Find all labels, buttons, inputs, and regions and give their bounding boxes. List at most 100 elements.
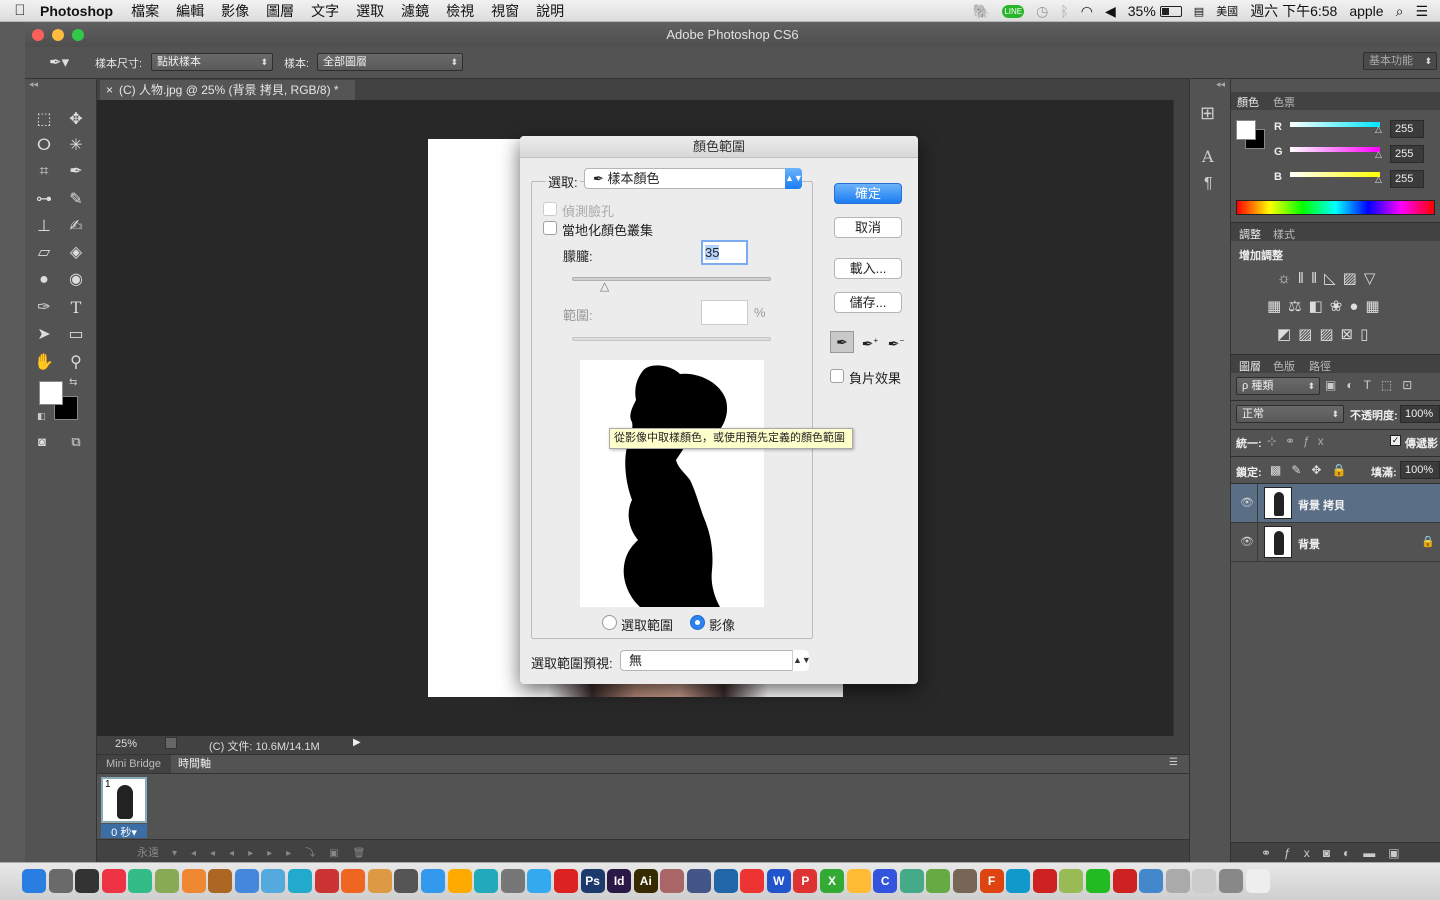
channel-value-b[interactable]: 255 — [1390, 170, 1424, 188]
dock-app-icon[interactable] — [22, 869, 46, 893]
quick-mask-icon[interactable]: ◙ — [29, 431, 55, 453]
dock-app-icon[interactable] — [314, 869, 339, 893]
panel-foreground-swatch[interactable] — [1236, 120, 1256, 140]
menu-app-name[interactable]: Photoshop — [40, 3, 113, 19]
unify-icons[interactable]: ⊹⚭ƒx — [1267, 434, 1332, 448]
dock-app-icon[interactable]: Ps — [580, 869, 605, 893]
close-document-icon[interactable]: × — [106, 83, 113, 97]
dock-app-icon[interactable] — [1192, 869, 1217, 893]
dock-app-icon[interactable]: Id — [607, 869, 632, 893]
channel-slider-thumb-r[interactable]: △ — [1375, 124, 1382, 135]
input-source[interactable]: 美國 — [1216, 3, 1238, 19]
dock-app-icon[interactable] — [421, 869, 445, 893]
dock-app-icon[interactable] — [687, 869, 711, 893]
dock-app-icon[interactable] — [367, 869, 392, 893]
dock-app-icon[interactable]: F — [979, 869, 1004, 893]
layer-visibility-eye-icon[interactable]: 👁 — [1240, 535, 1254, 548]
dock-app-icon[interactable] — [101, 869, 126, 893]
adjustment-icons-row-2[interactable]: ▦⚖◧❀●▦ — [1267, 297, 1387, 315]
time-machine-icon[interactable]: ◷ — [1036, 3, 1048, 20]
brush-tool-icon[interactable]: ✎ — [63, 189, 89, 211]
tab-channels[interactable]: 色版 — [1273, 358, 1295, 374]
menu-select[interactable]: 選取 — [356, 1, 384, 21]
radio-image[interactable] — [690, 615, 705, 630]
battery-percent[interactable]: 35% — [1128, 3, 1156, 19]
status-menu-arrow-icon[interactable]: ▶ — [353, 737, 367, 751]
layer-name[interactable]: 背景 — [1298, 536, 1320, 552]
dock-app-icon[interactable] — [660, 869, 685, 893]
layer-filter-icons[interactable]: ▣◐T⬚⊡ — [1325, 378, 1422, 392]
foreground-color-swatch[interactable] — [39, 381, 63, 405]
radio-selection[interactable] — [602, 615, 617, 630]
evernote-icon[interactable]: 🐘 — [973, 3, 990, 20]
cancel-button[interactable]: 取消 — [834, 217, 902, 238]
layer-filter-select[interactable]: ρ 種類 — [1236, 377, 1320, 395]
channel-value-r[interactable]: 255 — [1390, 120, 1424, 138]
eyedropper-tool-icon[interactable]: ✒ — [63, 161, 89, 183]
pen-tool-icon[interactable]: ✑ — [31, 297, 57, 319]
collapse-tools-icon[interactable]: ◂◂ — [29, 79, 38, 90]
channel-slider-thumb-g[interactable]: △ — [1375, 149, 1382, 160]
dock-app-icon[interactable] — [48, 869, 73, 893]
wifi-icon[interactable]: ◠ — [1081, 3, 1093, 20]
tab-swatches[interactable]: 色票 — [1273, 94, 1295, 110]
detect-faces-checkbox[interactable] — [543, 202, 557, 216]
document-tab[interactable]: × (C) 人物.jpg @ 25% (背景 拷貝, RGB/8) * — [100, 80, 355, 100]
zoom-window-button[interactable] — [72, 29, 84, 41]
close-window-button[interactable] — [32, 29, 44, 41]
dock-app-icon[interactable] — [75, 869, 100, 893]
volume-icon[interactable]: ◀ — [1105, 3, 1116, 20]
dock-app-icon[interactable] — [1245, 869, 1270, 893]
selection-preview[interactable] — [580, 360, 764, 607]
tab-mini-bridge[interactable]: Mini Bridge — [97, 755, 171, 773]
path-selection-tool-icon[interactable]: ➤ — [31, 324, 57, 346]
layer-row[interactable]: 👁 背景 🔒 — [1231, 523, 1440, 562]
sample-size-select[interactable]: 點狀樣本 — [151, 53, 273, 71]
line-icon[interactable]: LINE — [1002, 4, 1025, 18]
save-button[interactable]: 儲存... — [834, 292, 902, 313]
select-popup[interactable]: ✒ 樣本顏色 ▲▼ — [584, 168, 803, 189]
layer-visibility-eye-icon[interactable]: 👁 — [1240, 496, 1254, 509]
tab-adjustments[interactable]: 調整 — [1239, 226, 1261, 242]
layer-name[interactable]: 背景 拷貝 — [1298, 497, 1345, 513]
menu-image[interactable]: 影像 — [221, 1, 249, 21]
dock-app-icon[interactable] — [1032, 869, 1057, 893]
localized-clusters-checkbox[interactable] — [543, 221, 557, 235]
menu-type[interactable]: 文字 — [311, 1, 339, 21]
character-panel-icon[interactable]: A — [1202, 147, 1214, 166]
menu-help[interactable]: 說明 — [536, 1, 564, 21]
color-spectrum-ramp[interactable] — [1236, 200, 1435, 215]
dock-app-icon[interactable] — [288, 869, 312, 893]
blur-tool-icon[interactable]: ● — [31, 269, 57, 291]
fuzziness-input[interactable]: 35 — [701, 240, 748, 265]
dock-app-icon[interactable]: W — [766, 869, 791, 893]
swap-colors-icon[interactable]: ⇆ — [69, 377, 77, 388]
dock-app-icon[interactable] — [500, 869, 525, 893]
dock-app-icon[interactable] — [1219, 869, 1243, 893]
expand-panels-icon[interactable]: ◂◂ — [1216, 79, 1225, 90]
paragraph-panel-icon[interactable]: ¶ — [1204, 175, 1213, 193]
dock-app-icon[interactable] — [527, 869, 552, 893]
dock-app-icon[interactable] — [953, 869, 977, 893]
panel-menu-icon[interactable]: ☰ — [1169, 757, 1178, 768]
dock-app-icon[interactable]: Ai — [633, 869, 658, 893]
eyedropper-minus-icon[interactable]: ✒− — [884, 331, 908, 353]
screen-mode-icon[interactable]: ⧉ — [63, 431, 89, 453]
dock-app-icon[interactable] — [1165, 869, 1190, 893]
menu-file[interactable]: 檔案 — [131, 1, 159, 21]
dock-app-icon[interactable] — [341, 869, 366, 893]
spotlight-icon[interactable]: ⌕ — [1396, 3, 1404, 20]
layers-bottom-toolbar[interactable]: ⚭ƒx◙◐▬▣🗑 — [1231, 842, 1440, 880]
channel-slider-thumb-b[interactable]: △ — [1375, 174, 1382, 185]
lock-icons[interactable]: ▩✎✥🔒 — [1270, 463, 1356, 477]
eraser-tool-icon[interactable]: ▱ — [31, 242, 57, 264]
channel-slider-g[interactable] — [1290, 147, 1380, 152]
sample-select[interactable]: 全部圖層 — [317, 53, 463, 71]
dock-app-icon[interactable] — [846, 869, 871, 893]
dock-app-icon[interactable] — [181, 869, 206, 893]
bluetooth-icon[interactable]: ᛒ — [1060, 3, 1068, 19]
history-brush-tool-icon[interactable]: ✍ — [63, 216, 89, 238]
notification-center-icon[interactable]: ☰ — [1415, 3, 1428, 20]
workspace-select[interactable]: 基本功能 — [1363, 52, 1437, 70]
tab-timeline[interactable]: 時間軸 — [173, 755, 215, 773]
